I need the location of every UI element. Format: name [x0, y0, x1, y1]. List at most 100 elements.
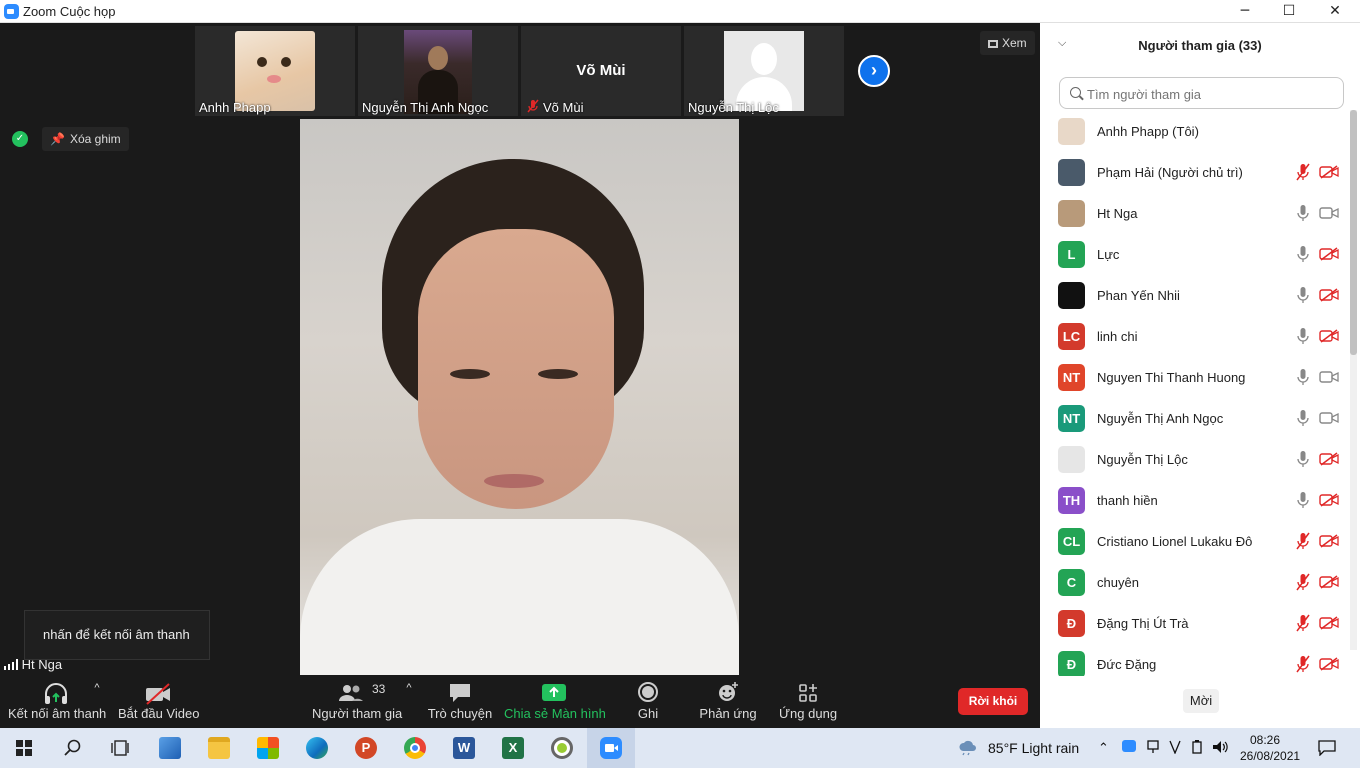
audio-options-caret[interactable]: ^ — [90, 682, 104, 732]
video-off-icon[interactable] — [1319, 534, 1339, 548]
thumbnail-anhh-phapp[interactable]: Anhh Phapp — [195, 26, 355, 116]
powerpoint-icon[interactable]: P — [342, 728, 390, 768]
video-off-icon[interactable] — [1319, 575, 1339, 589]
participant-row[interactable]: Ht Nga — [1040, 193, 1350, 234]
weather-label[interactable]: 85°F Light rain — [988, 740, 1079, 756]
zoom-icon[interactable] — [587, 728, 635, 768]
record-button[interactable]: Ghi — [628, 678, 668, 728]
security-shield-icon[interactable]: ✓ — [12, 131, 28, 147]
pen-icon[interactable] — [1168, 740, 1182, 754]
participant-row[interactable]: Phan Yến Nhii — [1040, 275, 1350, 316]
video-off-icon[interactable] — [1319, 657, 1339, 671]
meeting-toolbar: Kết nối âm thanh ^ Bắt đầu Video 33 Ngườ… — [0, 678, 1040, 728]
unpin-button[interactable]: 📌 Xóa ghim — [42, 127, 129, 151]
thumbnail-anh-ngoc[interactable]: Nguyễn Thị Anh Ngọc — [358, 26, 518, 116]
video-off-icon[interactable] — [1319, 329, 1339, 343]
task-view-icon[interactable] — [96, 728, 144, 768]
participant-row[interactable]: LC linh chi — [1040, 316, 1350, 357]
battery-icon[interactable] — [1190, 740, 1204, 754]
video-off-icon[interactable] — [1319, 452, 1339, 466]
participant-row[interactable]: Đ Đức Đặng — [1040, 644, 1350, 676]
leave-meeting-button[interactable]: Rời khỏi — [958, 688, 1028, 715]
chat-button[interactable]: Trò chuyện — [424, 678, 496, 728]
participant-row[interactable]: Anhh Phapp (Tôi) — [1040, 111, 1350, 152]
video-off-icon[interactable] — [1319, 616, 1339, 630]
participant-avatar: TH — [1058, 487, 1085, 514]
view-button[interactable]: Xem — [980, 31, 1035, 55]
reactions-button[interactable]: Phản ứng — [696, 678, 760, 728]
word-icon[interactable]: W — [440, 728, 488, 768]
video-off-icon[interactable] — [1319, 288, 1339, 302]
maximize-button[interactable]: ☐ — [1266, 0, 1312, 23]
geogebra-icon[interactable] — [538, 728, 586, 768]
excel-icon[interactable]: X — [489, 728, 537, 768]
participant-search[interactable] — [1059, 77, 1344, 109]
video-off-icon[interactable] — [1319, 493, 1339, 507]
search-icon[interactable] — [48, 728, 96, 768]
participant-row[interactable]: Nguyễn Thị Lộc — [1040, 439, 1350, 480]
edge-icon[interactable] — [293, 728, 341, 768]
file-explorer-icon[interactable] — [195, 728, 243, 768]
cat-avatar-image — [235, 31, 315, 111]
participant-list-scrollbar[interactable] — [1350, 110, 1357, 650]
system-clock[interactable]: 08:26 26/08/2021 — [1240, 732, 1300, 764]
muted-mic-icon[interactable] — [1295, 532, 1311, 550]
muted-mic-icon[interactable] — [1295, 163, 1311, 181]
participant-row[interactable]: Đ Đặng Thị Út Trà — [1040, 603, 1350, 644]
scrollbar-thumb[interactable] — [1350, 110, 1357, 355]
participant-row[interactable]: Phạm Hải (Người chủ trì) — [1040, 152, 1350, 193]
muted-mic-icon[interactable] — [1295, 655, 1311, 673]
minimize-button[interactable]: ─ — [1222, 0, 1268, 23]
participant-avatar: NT — [1058, 405, 1085, 432]
participants-options-caret[interactable]: ^ — [402, 682, 416, 732]
audio-tooltip[interactable]: nhấn để kết nối âm thanh — [24, 610, 210, 660]
participant-avatar — [1058, 282, 1085, 309]
participant-row[interactable]: NT Nguyen Thi Thanh Huong — [1040, 357, 1350, 398]
zoom-tray-icon[interactable] — [1122, 740, 1136, 752]
notification-icon[interactable] — [1318, 740, 1336, 756]
store-icon[interactable] — [244, 728, 292, 768]
close-window-button[interactable]: ✕ — [1312, 0, 1358, 23]
apps-icon — [799, 684, 817, 702]
next-page-arrow-icon[interactable]: › — [858, 55, 890, 87]
start-icon[interactable] — [0, 728, 48, 768]
participants-label: Người tham gia — [312, 706, 403, 721]
thumbnail-vo-mui[interactable]: Võ Mùi Võ Mùi — [521, 26, 681, 116]
chrome-icon[interactable] — [391, 728, 439, 768]
volume-icon[interactable] — [1212, 740, 1230, 754]
participant-row[interactable]: Cchuyên — [1040, 562, 1350, 603]
participant-row[interactable]: TH thanh hiền — [1040, 480, 1350, 521]
mic-icon[interactable] — [1295, 204, 1311, 222]
tray-chevron-icon[interactable]: ⌃ — [1098, 740, 1109, 756]
video-icon[interactable] — [1319, 411, 1339, 425]
muted-mic-icon[interactable] — [1295, 573, 1311, 591]
video-icon[interactable] — [1319, 206, 1339, 220]
muted-mic-icon[interactable] — [1295, 614, 1311, 632]
network-icon[interactable] — [1146, 740, 1160, 754]
mic-icon[interactable] — [1295, 327, 1311, 345]
video-icon[interactable] — [1319, 370, 1339, 384]
invite-button[interactable]: Mời — [1183, 689, 1219, 713]
start-video-button[interactable]: Bắt đầu Video — [118, 678, 199, 728]
photos-icon[interactable] — [146, 728, 194, 768]
video-off-icon[interactable] — [1319, 247, 1339, 261]
share-screen-button[interactable]: Chia sẻ Màn hình — [504, 678, 606, 728]
mic-icon[interactable] — [1295, 491, 1311, 509]
video-off-icon[interactable] — [1319, 165, 1339, 179]
participant-row[interactable]: CL Cristiano Lionel Lukaku Đô — [1040, 521, 1350, 562]
apps-button[interactable]: Ứng dụng — [776, 678, 840, 728]
speaker-name: Ht Nga — [21, 657, 63, 672]
mic-icon[interactable] — [1295, 409, 1311, 427]
mic-icon[interactable] — [1295, 450, 1311, 468]
mic-icon[interactable] — [1295, 368, 1311, 386]
participant-row[interactable]: NT Nguyễn Thị Anh Ngọc — [1040, 398, 1350, 439]
participants-button[interactable]: 33 Người tham gia — [312, 678, 402, 728]
video-face — [418, 229, 614, 509]
thumbnail-display-name: Võ Mùi — [576, 62, 626, 79]
thumbnail-nguyen-thi-loc[interactable]: Nguyễn Thị Lộc — [684, 26, 844, 116]
mic-icon[interactable] — [1295, 286, 1311, 304]
participant-row[interactable]: L Lực — [1040, 234, 1350, 275]
participant-name: Nguyen Thi Thanh Huong — [1097, 370, 1246, 385]
mic-icon[interactable] — [1295, 245, 1311, 263]
participant-search-input[interactable] — [1087, 83, 1337, 105]
